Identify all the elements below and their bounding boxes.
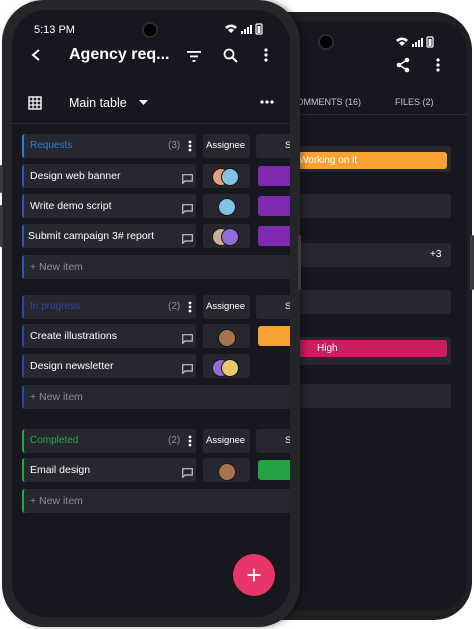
tab-files[interactable]: FILES (2) xyxy=(395,97,434,107)
front-phone-side-button-2 xyxy=(0,205,3,247)
assignee-column-header[interactable]: Assignee xyxy=(203,295,250,319)
back-phone-camera xyxy=(318,34,334,50)
item-name: Create illustrations xyxy=(30,330,117,342)
assignee-cell[interactable] xyxy=(203,354,250,378)
group-name: In progress xyxy=(30,301,81,312)
status-column-header[interactable]: S xyxy=(256,134,290,158)
filter-icon[interactable] xyxy=(184,46,204,66)
add-item-fab[interactable]: + xyxy=(233,554,275,596)
avatar xyxy=(221,168,239,186)
group-header-completed[interactable]: Completed (2) xyxy=(22,429,196,453)
comment-icon[interactable] xyxy=(182,201,193,219)
avatar xyxy=(218,329,236,347)
front-phone-camera xyxy=(142,22,158,38)
status-cell[interactable] xyxy=(258,196,290,216)
group-name: Completed xyxy=(30,435,79,446)
status-column-header[interactable]: S xyxy=(256,429,290,453)
assignee-column-header[interactable]: Assignee xyxy=(203,429,250,453)
status-header-label: S xyxy=(285,140,290,151)
view-selector-label[interactable]: Main table xyxy=(69,96,127,110)
page-title: Agency req... xyxy=(69,46,170,63)
item-name: Write demo script xyxy=(30,200,112,212)
share-icon[interactable] xyxy=(392,54,414,76)
table-view-icon[interactable] xyxy=(26,94,44,112)
new-item-label: + New item xyxy=(30,495,83,507)
new-item-label: + New item xyxy=(30,261,83,273)
caret-down-icon[interactable] xyxy=(136,96,150,110)
assignee-cell[interactable] xyxy=(203,224,250,248)
avatar xyxy=(218,463,236,481)
item-name: Design newsletter xyxy=(30,360,114,372)
group-menu-icon[interactable] xyxy=(186,434,194,448)
back-arrow-icon[interactable] xyxy=(26,45,46,65)
group-header-in-progress[interactable]: In progress (2) xyxy=(22,295,196,319)
comment-icon[interactable] xyxy=(182,231,193,249)
table-row[interactable]: Submit campaign 3# report xyxy=(22,224,196,248)
comment-icon[interactable] xyxy=(182,331,193,349)
more-vert-icon[interactable] xyxy=(428,54,448,76)
new-item-row[interactable]: + New item xyxy=(22,385,290,409)
item-name: Design web banner xyxy=(30,170,121,182)
more-count: +3 xyxy=(430,249,442,260)
group-menu-icon[interactable] xyxy=(186,139,194,153)
status-cell[interactable] xyxy=(258,460,290,480)
status-icons xyxy=(395,36,445,48)
avatar xyxy=(221,228,239,246)
assignee-column-header[interactable]: Assignee xyxy=(203,134,250,158)
table-row[interactable]: Email design xyxy=(22,458,196,482)
avatar xyxy=(221,359,239,377)
front-phone-side-button-1 xyxy=(0,165,3,193)
status-value-pill[interactable]: Working on it xyxy=(297,152,447,169)
assignee-header-label: Assignee xyxy=(206,435,246,446)
new-item-row[interactable]: + New item xyxy=(22,489,290,513)
front-phone-screen: 5:13 PM Agency req... Main table Request… xyxy=(12,10,290,617)
avatar xyxy=(218,198,236,216)
plus-icon: + xyxy=(246,560,262,590)
table-row[interactable]: Create illustrations xyxy=(22,324,196,348)
status-header-label: S xyxy=(285,435,290,446)
tab-comments[interactable]: COMMENTS (16) xyxy=(290,97,361,107)
table-row[interactable]: Design newsletter xyxy=(22,354,196,378)
comment-icon[interactable] xyxy=(182,171,193,189)
item-name: Email design xyxy=(30,464,91,476)
back-phone-side-button xyxy=(470,235,474,290)
assignee-cell[interactable] xyxy=(203,194,250,218)
table-row[interactable]: Design web banner xyxy=(22,164,196,188)
assignee-cell[interactable] xyxy=(203,324,250,348)
table-row[interactable]: Write demo script xyxy=(22,194,196,218)
status-header-label: S xyxy=(285,301,290,312)
front-phone-power-button xyxy=(298,235,301,290)
status-cell[interactable] xyxy=(258,326,290,346)
item-name: Submit campaign 3# report xyxy=(28,230,155,242)
status-value-text: Working on it xyxy=(299,155,358,166)
group-count: (2) xyxy=(168,435,181,446)
status-column-header[interactable]: S xyxy=(256,295,290,319)
search-icon[interactable] xyxy=(220,45,240,65)
group-header-requests[interactable]: Requests (3) xyxy=(22,134,196,158)
assignee-header-label: Assignee xyxy=(206,140,246,151)
toolbar-divider xyxy=(12,123,290,124)
front-status-icons xyxy=(224,23,274,35)
group-name: Requests xyxy=(30,140,73,151)
comment-icon[interactable] xyxy=(182,465,193,483)
priority-value-pill[interactable]: High xyxy=(297,340,447,357)
status-cell[interactable] xyxy=(258,226,290,246)
group-menu-icon[interactable] xyxy=(186,300,194,314)
new-item-row[interactable]: + New item xyxy=(22,255,290,279)
assignee-cell[interactable] xyxy=(203,458,250,482)
status-time: 5:13 PM xyxy=(34,24,75,36)
status-cell[interactable] xyxy=(258,166,290,186)
priority-value-text: High xyxy=(317,343,338,354)
more-horiz-icon[interactable] xyxy=(258,95,276,109)
assignee-header-label: Assignee xyxy=(206,301,246,312)
assignee-cell[interactable] xyxy=(203,164,250,188)
group-count: (3) xyxy=(168,140,181,151)
more-vert-icon[interactable] xyxy=(256,45,276,65)
group-count: (2) xyxy=(168,301,181,312)
comment-icon[interactable] xyxy=(182,361,193,379)
new-item-label: + New item xyxy=(30,391,83,403)
